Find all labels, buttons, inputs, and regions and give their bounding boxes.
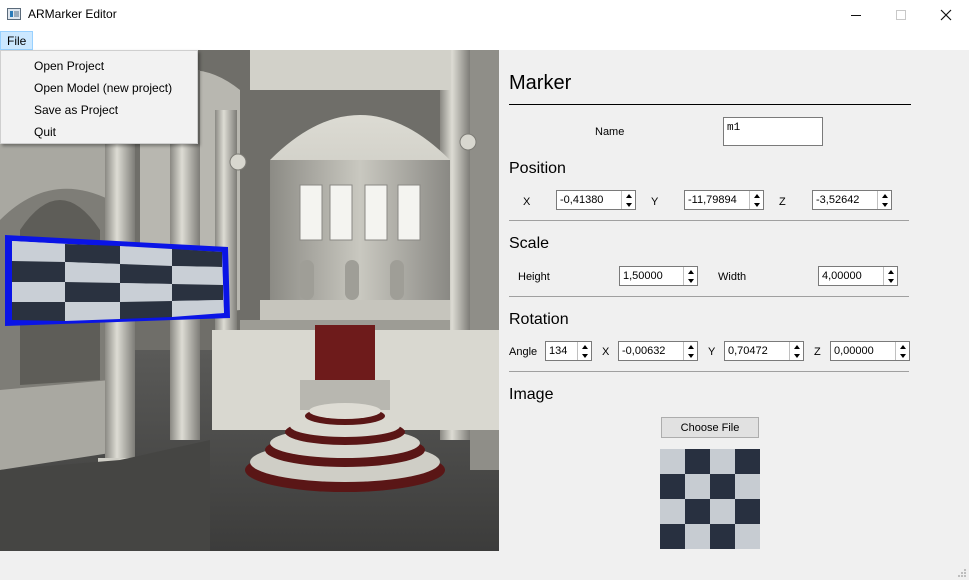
spin-up-icon[interactable] [884, 267, 897, 276]
divider [509, 371, 909, 372]
position-x-spinbox[interactable]: -0,41380 [556, 190, 636, 210]
scale-width-label: Width [718, 271, 747, 283]
menu-item-quit[interactable]: Quit [1, 121, 197, 143]
rotation-x-spinbox[interactable]: -0,00632 [618, 341, 698, 361]
spin-down-icon[interactable] [896, 351, 909, 360]
menu-bar: File [0, 30, 969, 50]
app-icon [7, 8, 21, 20]
rotation-angle-value: 134 [549, 345, 568, 357]
spin-up-icon[interactable] [790, 342, 803, 351]
size-grip-icon[interactable] [957, 568, 967, 578]
menu-item-open-project[interactable]: Open Project [1, 55, 197, 77]
window-title: ARMarker Editor [28, 7, 117, 21]
rotation-z-value: 0,00000 [834, 345, 874, 357]
position-z-spinbox[interactable]: -3,52642 [812, 190, 892, 210]
spin-down-icon[interactable] [790, 351, 803, 360]
spin-up-icon[interactable] [684, 342, 697, 351]
spin-up-icon[interactable] [896, 342, 909, 351]
position-y-spinbox[interactable]: -11,79894 [684, 190, 764, 210]
maximize-icon [896, 10, 906, 20]
rotation-x-value: -0,00632 [622, 345, 666, 357]
position-x-value: -0,41380 [560, 194, 604, 206]
minimize-button[interactable] [833, 0, 879, 30]
scale-width-spinbox[interactable]: 4,00000 [818, 266, 898, 286]
marker-title: Marker [509, 72, 572, 94]
rotation-y-label: Y [708, 346, 716, 358]
rotation-angle-spinbox[interactable]: 134 [545, 341, 592, 361]
position-title: Position [509, 160, 566, 177]
close-button[interactable] [923, 0, 969, 30]
rotation-angle-label: Angle [509, 346, 538, 358]
divider [509, 220, 909, 221]
file-menu-dropdown: Open Project Open Model (new project) Sa… [0, 50, 198, 144]
name-label: Name [595, 126, 625, 138]
spin-down-icon[interactable] [884, 276, 897, 285]
spin-down-icon[interactable] [684, 351, 697, 360]
minimize-icon [851, 14, 861, 16]
rotation-z-spinbox[interactable]: 0,00000 [830, 341, 910, 361]
close-icon [940, 9, 952, 21]
spin-down-icon[interactable] [578, 351, 591, 360]
rotation-z-label: Z [814, 346, 821, 358]
divider [509, 296, 909, 297]
position-x-label: X [523, 196, 531, 208]
position-z-label: Z [779, 196, 786, 208]
image-title: Image [509, 386, 554, 403]
scale-width-value: 4,00000 [822, 270, 862, 282]
scale-height-label: Height [518, 271, 550, 283]
marker-image-preview [660, 449, 760, 549]
scale-title: Scale [509, 235, 550, 252]
spin-down-icon[interactable] [878, 200, 891, 209]
marker-properties-panel: Marker Name m1 Position X -0,41380 Y -11… [499, 50, 969, 551]
scale-height-value: 1,50000 [623, 270, 663, 282]
position-y-label: Y [651, 196, 659, 208]
spin-up-icon[interactable] [622, 191, 635, 200]
spin-up-icon[interactable] [750, 191, 763, 200]
spin-down-icon[interactable] [684, 276, 697, 285]
menu-file[interactable]: File [0, 31, 34, 50]
scale-height-spinbox[interactable]: 1,50000 [619, 266, 698, 286]
position-y-value: -11,79894 [688, 194, 737, 206]
spin-down-icon[interactable] [622, 200, 635, 209]
spin-down-icon[interactable] [750, 200, 763, 209]
rotation-title: Rotation [509, 311, 569, 328]
position-z-value: -3,52642 [816, 194, 860, 206]
rotation-x-label: X [602, 346, 610, 358]
menu-item-open-model[interactable]: Open Model (new project) [1, 77, 197, 99]
spin-up-icon[interactable] [878, 191, 891, 200]
marker-checker [12, 241, 224, 321]
spin-up-icon[interactable] [578, 342, 591, 351]
divider [509, 104, 911, 105]
menu-item-save-project[interactable]: Save as Project [1, 99, 197, 121]
spin-up-icon[interactable] [684, 267, 697, 276]
rotation-y-value: 0,70472 [728, 345, 768, 357]
maximize-button[interactable] [878, 0, 924, 30]
title-bar: ARMarker Editor [0, 0, 969, 30]
rotation-y-spinbox[interactable]: 0,70472 [724, 341, 804, 361]
name-input[interactable]: m1 [723, 117, 823, 146]
status-bar [0, 551, 969, 580]
choose-file-button[interactable]: Choose File [661, 417, 759, 438]
